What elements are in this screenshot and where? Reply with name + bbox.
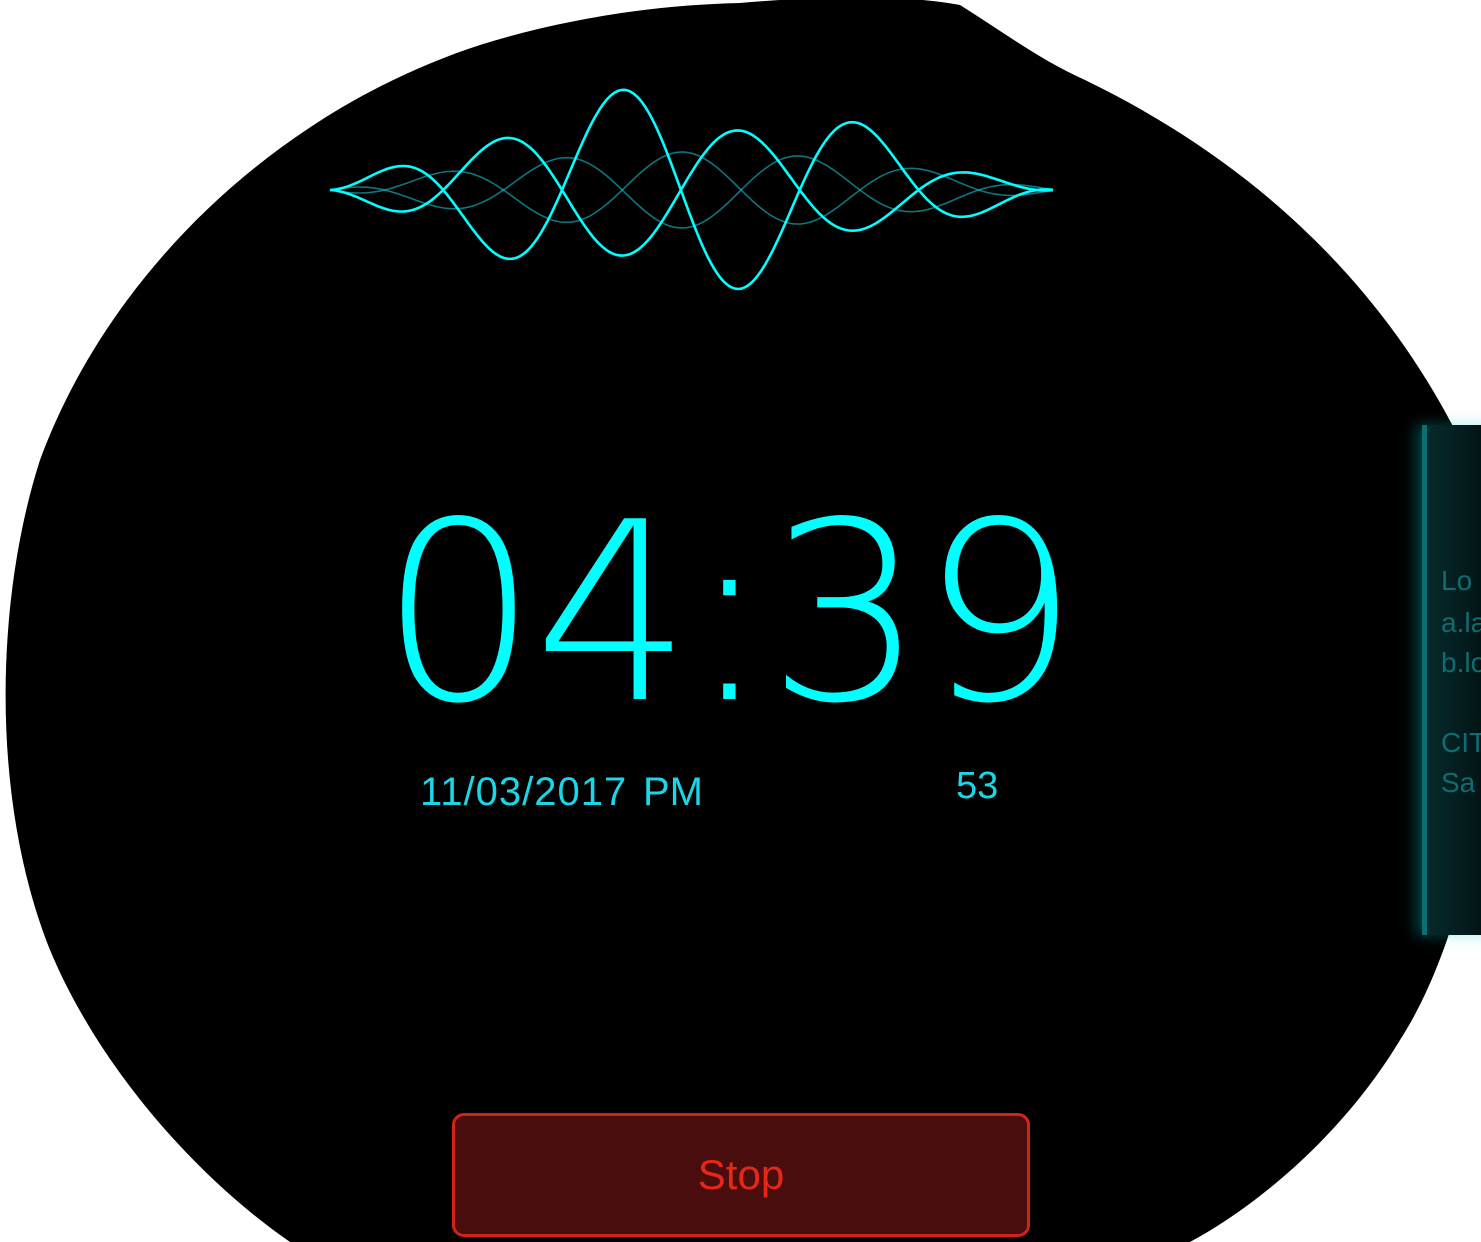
voice-waveform	[330, 88, 1054, 291]
side-panel-line: Lo	[1441, 565, 1473, 596]
clock-time: 04:39	[380, 470, 1079, 758]
side-panel-line: CIT	[1441, 727, 1481, 758]
clock-date: 11/03/2017	[420, 770, 628, 814]
side-info-panel[interactable]: Lo a.la b.lo CIT Sa	[1422, 425, 1481, 935]
side-panel-line: Sa	[1441, 767, 1476, 798]
watch-screen: 04:39 11/03/2017 PM 53 Lo a.la b.lo CIT …	[0, 0, 1481, 1242]
clock-seconds: 53	[956, 765, 999, 807]
waveform-line	[330, 88, 1054, 291]
side-panel-line: a.la	[1441, 607, 1481, 638]
stop-button[interactable]: Stop	[452, 1113, 1030, 1237]
side-panel-line: b.lo	[1441, 647, 1481, 678]
waveform-line	[330, 129, 1054, 257]
clock-ampm: PM	[643, 770, 703, 814]
